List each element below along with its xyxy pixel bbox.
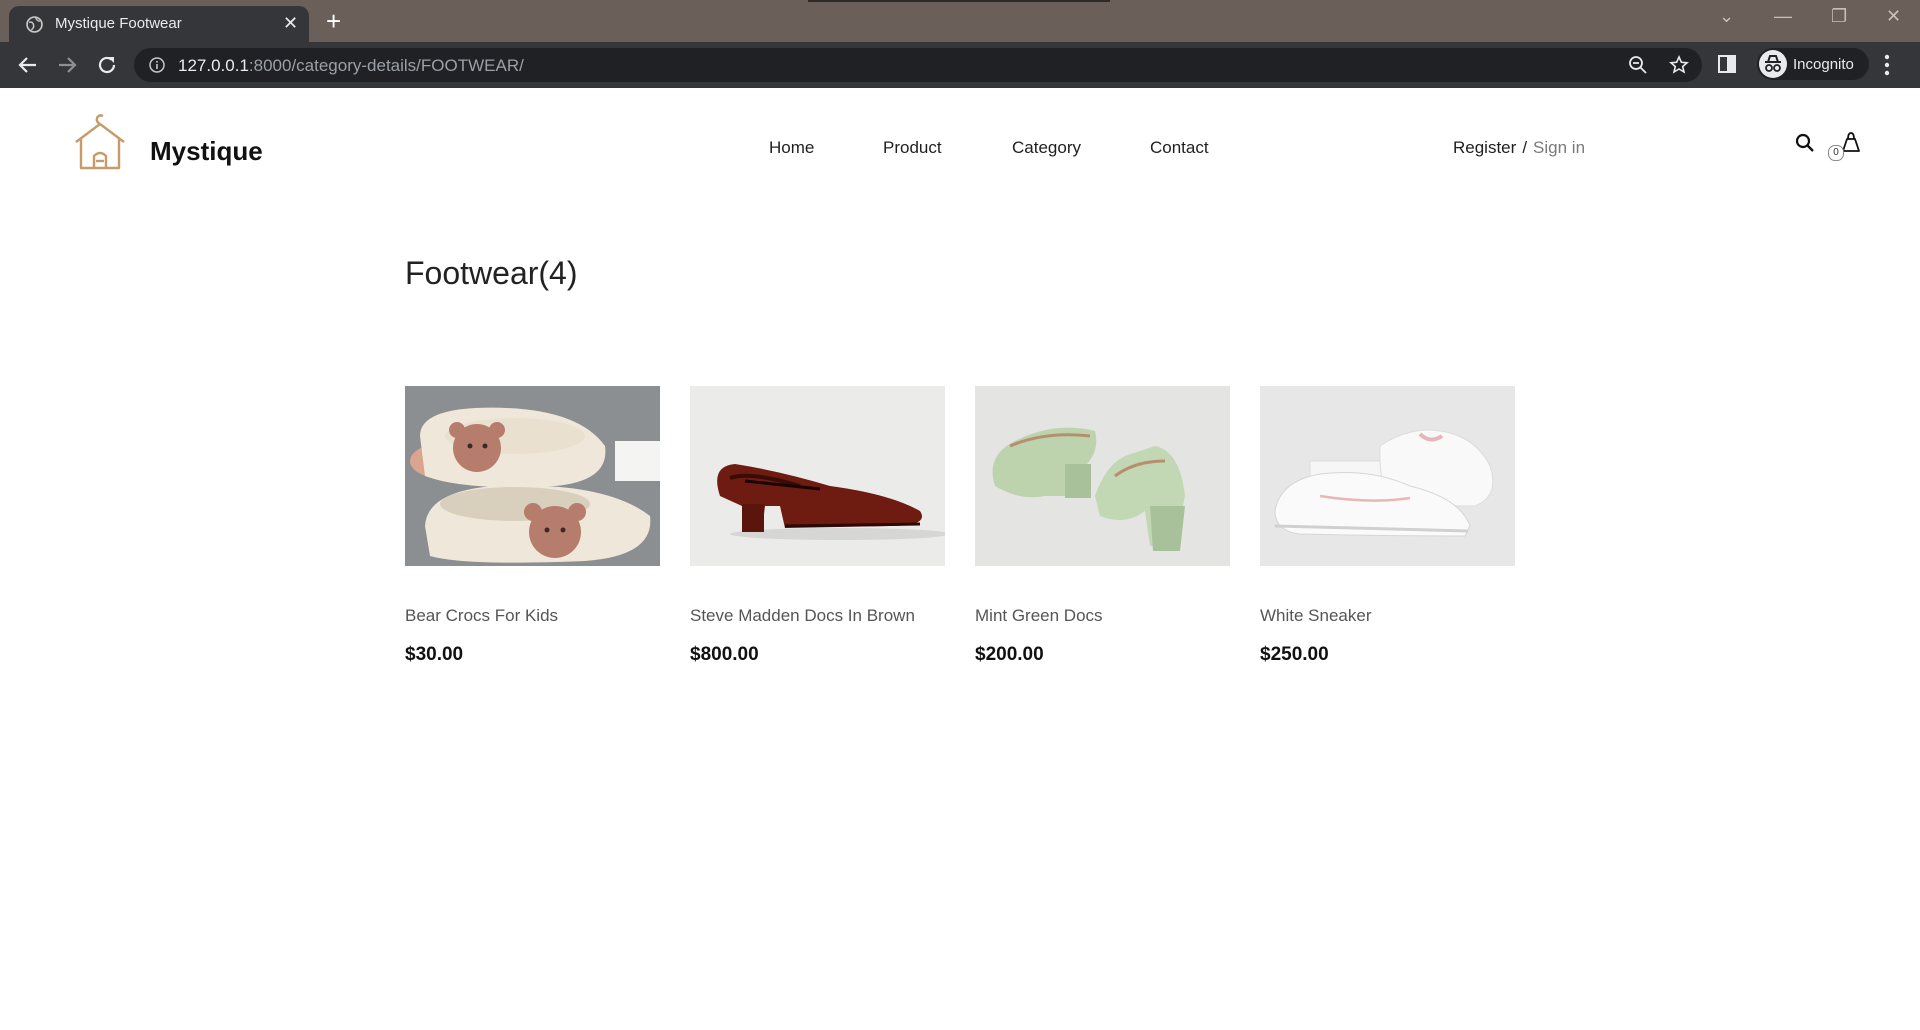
close-window-button[interactable]: ✕: [1886, 6, 1901, 27]
reload-icon[interactable]: [95, 53, 119, 77]
product-price: $800.00: [690, 644, 759, 665]
side-panel-icon[interactable]: [1717, 54, 1737, 74]
tab-search-icon[interactable]: ⌄: [1719, 6, 1734, 27]
more-menu-icon[interactable]: [1884, 54, 1890, 76]
page-title: Footwear(4): [405, 255, 578, 291]
product-name[interactable]: Mint Green Docs: [975, 606, 1103, 626]
signin-link[interactable]: Sign in: [1533, 138, 1585, 157]
url-text: 127.0.0.1:8000/category-details/FOOTWEAR…: [178, 56, 524, 75]
globe-icon: [26, 16, 43, 33]
new-tab-button[interactable]: +: [326, 6, 341, 36]
product-image[interactable]: [690, 386, 950, 566]
product-name[interactable]: Steve Madden Docs In Brown: [690, 606, 915, 626]
nav-category[interactable]: Category: [1012, 138, 1081, 158]
incognito-profile-button[interactable]: Incognito: [1757, 48, 1869, 80]
address-bar[interactable]: 127.0.0.1:8000/category-details/FOOTWEAR…: [134, 48, 1702, 82]
product-name[interactable]: White Sneaker: [1260, 606, 1372, 626]
back-icon[interactable]: [16, 53, 40, 77]
zoom-out-icon[interactable]: [1628, 55, 1648, 75]
cart-button[interactable]: 0: [1828, 131, 1864, 163]
auth-links: Register / Sign in: [1453, 138, 1585, 158]
site-info-icon[interactable]: [149, 57, 165, 73]
tab-title: Mystique Footwear: [55, 15, 182, 32]
browser-toolbar: 127.0.0.1:8000/category-details/FOOTWEAR…: [0, 42, 1920, 88]
product-card[interactable]: Mint Green Docs $200.00: [975, 386, 1230, 665]
tab-close-icon[interactable]: ✕: [283, 14, 298, 32]
product-name[interactable]: Bear Crocs For Kids: [405, 606, 558, 626]
register-link[interactable]: Register: [1453, 138, 1516, 157]
tab-strip-indicator: [808, 0, 1110, 2]
site-header: Mystique Home Product Category Contact R…: [0, 88, 1920, 208]
product-card[interactable]: White Sneaker $250.00: [1260, 386, 1515, 665]
incognito-label: Incognito: [1793, 56, 1854, 73]
product-card[interactable]: Bear Crocs For Kids $30.00: [405, 386, 660, 665]
product-price: $30.00: [405, 644, 464, 665]
auth-separator: /: [1522, 138, 1528, 157]
nav-contact[interactable]: Contact: [1150, 138, 1209, 158]
minimize-button[interactable]: —: [1774, 6, 1792, 27]
search-icon[interactable]: [1795, 133, 1815, 153]
browser-tab-strip: Mystique Footwear ✕ + ⌄ — ❐ ✕: [0, 0, 1920, 42]
product-price: $200.00: [975, 644, 1044, 665]
nav-home[interactable]: Home: [769, 138, 814, 158]
product-price: $250.00: [1260, 644, 1329, 665]
incognito-icon: [1759, 50, 1787, 78]
cart-count-badge: 0: [1828, 145, 1844, 161]
brand-name[interactable]: Mystique: [150, 136, 263, 167]
restore-button[interactable]: ❐: [1831, 6, 1847, 27]
bookmark-star-icon[interactable]: [1669, 55, 1689, 75]
hanger-house-logo-icon[interactable]: [72, 112, 128, 172]
browser-tab[interactable]: Mystique Footwear ✕: [9, 6, 309, 42]
forward-icon[interactable]: [55, 53, 79, 77]
product-image[interactable]: [1260, 386, 1515, 566]
product-card[interactable]: Steve Madden Docs In Brown $800.00: [690, 386, 950, 665]
nav-product[interactable]: Product: [883, 138, 942, 158]
product-image[interactable]: [405, 386, 660, 566]
product-image[interactable]: [975, 386, 1230, 566]
